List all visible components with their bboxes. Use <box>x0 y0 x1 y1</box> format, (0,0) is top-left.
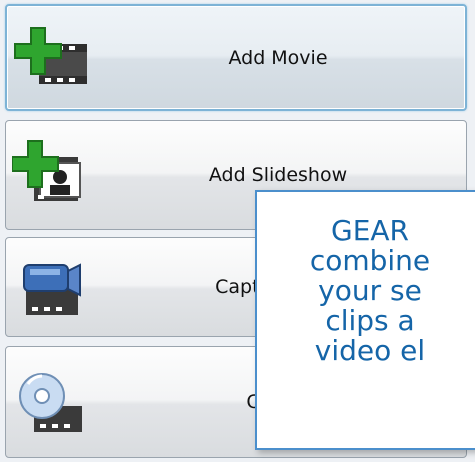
disc-film-icon <box>12 366 92 438</box>
tooltip: GEAR combine your se clips a video el <box>255 190 475 450</box>
add-movie-label: Add Movie <box>228 46 328 69</box>
camcorder-film-icon <box>12 251 92 323</box>
actions-panel: Add Movie Add Slideshow Capture GEAR com… <box>0 0 475 462</box>
film-add-icon <box>13 22 93 94</box>
slideshow-add-icon <box>11 139 92 211</box>
add-movie-button[interactable]: Add Movie <box>5 4 467 111</box>
tooltip-text: GEAR combine your se clips a video el <box>309 214 431 367</box>
